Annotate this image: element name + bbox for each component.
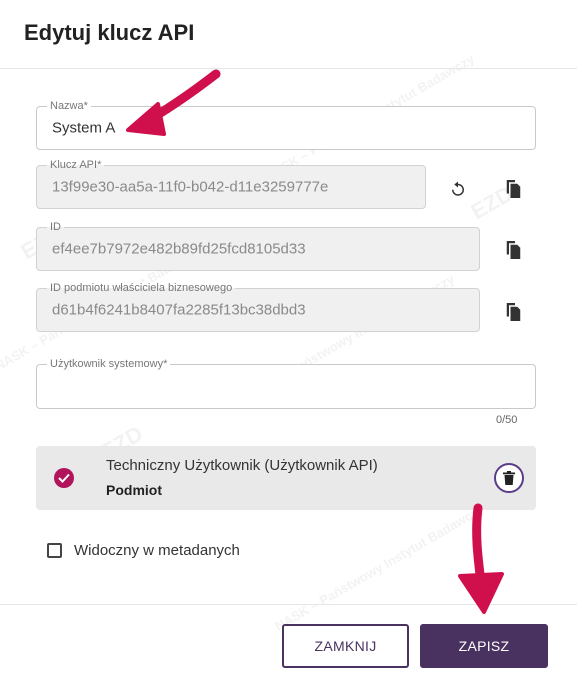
copy-id-button[interactable]	[499, 237, 525, 263]
watermark: NASK – Państwowy Instytut Badawczy	[272, 501, 487, 634]
copy-icon	[506, 180, 521, 198]
visible-in-metadata-checkbox[interactable]: Widoczny w metadanych	[47, 542, 240, 559]
system-user-field[interactable]: Użytkownik systemowy*	[36, 358, 536, 409]
system-user-field-label: Użytkownik systemowy*	[47, 358, 171, 370]
copy-api-key-button[interactable]	[499, 176, 525, 202]
selected-entity-row: Techniczny Użytkownik (Użytkownik API) P…	[36, 446, 536, 510]
regenerate-key-button[interactable]	[445, 176, 471, 202]
owner-id-field-value: d61b4f6241b8407fa2285f13bc38dbd3	[52, 301, 306, 319]
checkbox-label: Widoczny w metadanych	[74, 542, 240, 559]
api-key-field-label: Klucz API*	[47, 159, 105, 171]
copy-icon	[506, 303, 521, 321]
close-button[interactable]: ZAMKNIJ	[282, 624, 409, 668]
edit-api-key-dialog: NASK – Państwowy Instytut Badawczy NASK …	[0, 0, 577, 675]
annotation-arrow-icon	[458, 503, 504, 614]
copy-icon	[506, 241, 521, 259]
api-key-field: Klucz API* 13f99e30-aa5a-11f0-b042-d11e3…	[36, 159, 426, 209]
api-key-field-value: 13f99e30-aa5a-11f0-b042-d11e3259777e	[52, 178, 329, 196]
character-counter: 0/50	[496, 414, 518, 426]
trash-icon	[503, 471, 515, 485]
id-field: ID ef4ee7b7972e482b89fd25fcd8105d33	[36, 221, 480, 271]
copy-owner-id-button[interactable]	[499, 299, 525, 325]
entity-name: Techniczny Użytkownik (Użytkownik API)	[106, 457, 378, 474]
owner-id-field: ID podmiotu właściciela biznesowego d61b…	[36, 282, 480, 332]
checkbox-box[interactable]	[47, 543, 62, 558]
name-field-label: Nazwa*	[47, 100, 91, 112]
name-field[interactable]: Nazwa* System A	[36, 100, 536, 150]
owner-id-field-label: ID podmiotu właściciela biznesowego	[47, 282, 236, 294]
id-field-label: ID	[47, 221, 64, 233]
check-circle-icon	[54, 468, 74, 488]
header-divider	[0, 68, 577, 69]
entity-type: Podmiot	[106, 482, 162, 498]
id-field-value: ef4ee7b7972e482b89fd25fcd8105d33	[52, 240, 306, 258]
dialog-title: Edytuj klucz API	[24, 20, 195, 45]
footer-divider	[0, 604, 577, 605]
delete-entity-button[interactable]	[494, 463, 524, 493]
save-button[interactable]: ZAPISZ	[420, 624, 548, 668]
refresh-icon	[452, 181, 464, 196]
name-field-value: System A	[52, 119, 116, 137]
